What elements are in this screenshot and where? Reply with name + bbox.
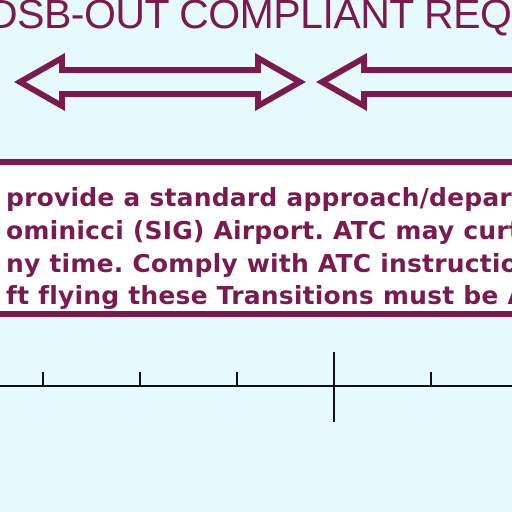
distance-scale <box>0 352 512 422</box>
